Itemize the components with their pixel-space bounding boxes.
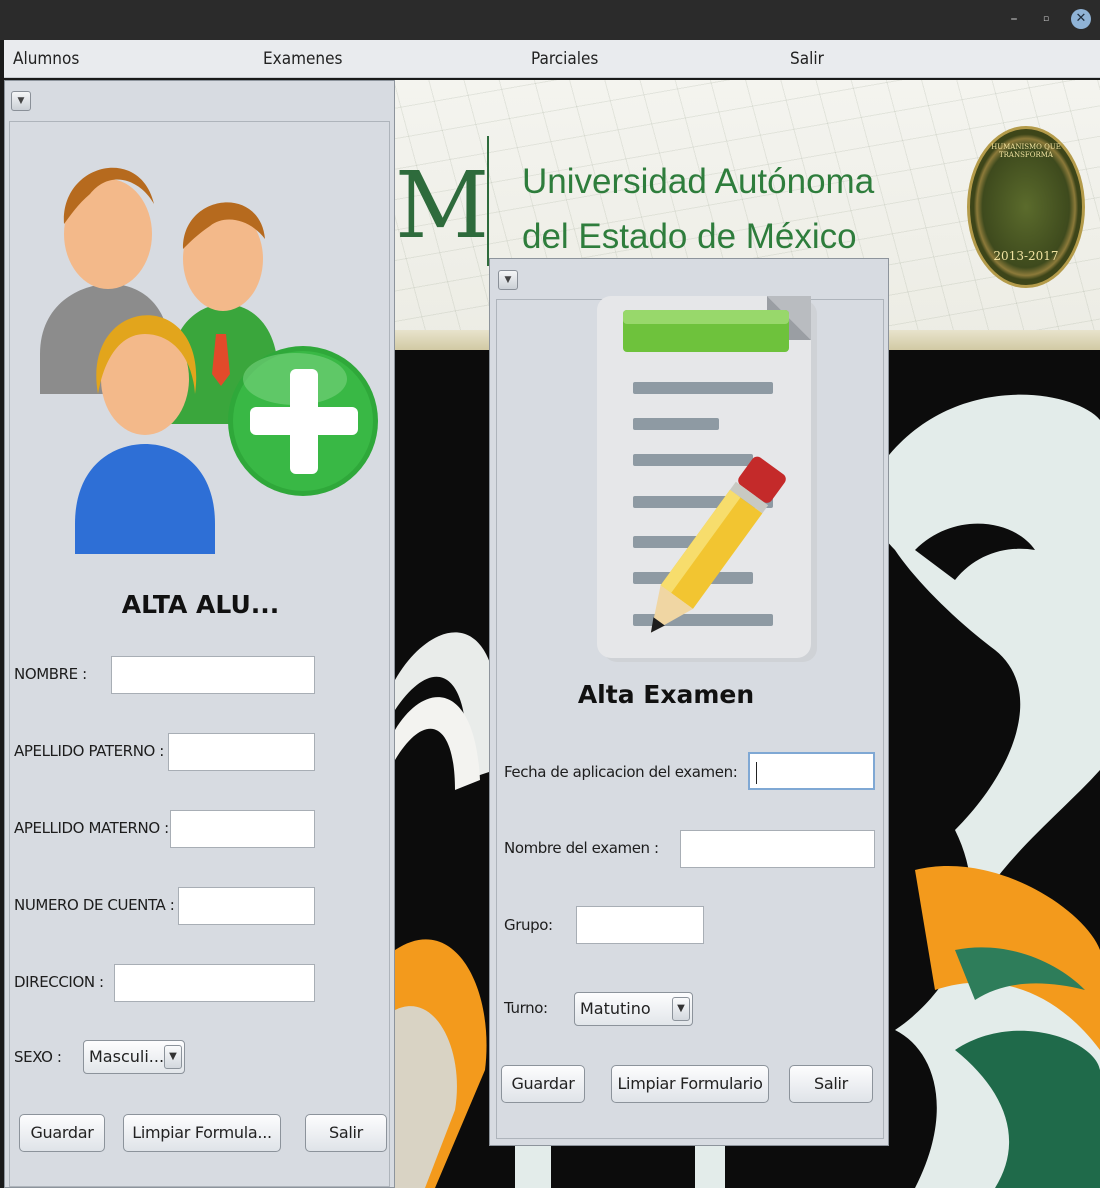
sexo-label: SEXO : <box>14 1048 62 1066</box>
university-name-line1: Universidad Autónoma <box>522 162 875 201</box>
menu-alumnos[interactable]: Alumnos <box>13 49 79 69</box>
exam-document-icon <box>597 296 817 662</box>
examen-panel: Alta Examen Fecha de aplicacion del exam… <box>496 296 884 1139</box>
alumnos-form-title: ALTA ALU... <box>121 590 280 619</box>
sexo-select-value: Masculi... <box>89 1047 165 1066</box>
menu-salir[interactable]: Salir <box>790 49 824 69</box>
limpiar-formulario-button[interactable]: Limpiar Formula... <box>123 1114 281 1152</box>
fecha-aplicacion-label: Fecha de aplicacion del examen: <box>504 763 738 781</box>
fecha-aplicacion-field[interactable] <box>748 752 875 790</box>
chevron-down-icon[interactable]: ▼ <box>164 1045 182 1069</box>
logo-divider <box>487 136 489 266</box>
examen-form-title: Alta Examen <box>577 680 755 709</box>
direccion-label: DIRECCION : <box>14 973 104 991</box>
university-name-line2: del Estado de México <box>522 217 857 256</box>
direccion-field[interactable] <box>114 964 315 1002</box>
numero-cuenta-label: NUMERO DE CUENTA : <box>14 896 175 914</box>
turno-label: Turno: <box>504 999 548 1017</box>
alumnos-panel: ALTA ALU... NOMBRE : APELLIDO PATERNO : … <box>9 121 390 1187</box>
alumnos-frame: ▼ ALTA ALU... NOMBRE : APELLIDO PATERNO … <box>4 80 395 1188</box>
seal-years: 2013-2017 <box>993 249 1059 263</box>
nombre-label: NOMBRE : <box>14 665 87 683</box>
grupo-field[interactable] <box>576 906 704 944</box>
apellido-materno-field[interactable] <box>170 810 315 848</box>
menu-bar: Alumnos Examenes Parciales Salir <box>4 40 1100 78</box>
apellido-paterno-label: APELLIDO PATERNO : <box>14 742 164 760</box>
guardar-button[interactable]: Guardar <box>501 1065 585 1103</box>
nombre-field[interactable] <box>111 656 315 694</box>
apellido-materno-label: APELLIDO MATERNO : <box>14 819 169 837</box>
minimize-button[interactable]: – <box>1004 8 1024 30</box>
sexo-select[interactable]: Masculi... ▼ <box>83 1040 185 1074</box>
salir-button[interactable]: Salir <box>789 1065 873 1103</box>
nombre-examen-label: Nombre del examen : <box>504 839 659 857</box>
turno-select[interactable]: Matutino ▼ <box>574 992 693 1026</box>
chevron-down-icon[interactable]: ▼ <box>672 997 690 1021</box>
apellido-paterno-field[interactable] <box>168 733 315 771</box>
maximize-button[interactable]: ▫ <box>1036 8 1056 30</box>
numero-cuenta-field[interactable] <box>178 887 315 925</box>
nombre-examen-field[interactable] <box>680 830 875 868</box>
limpiar-formulario-button[interactable]: Limpiar Formulario <box>611 1065 769 1103</box>
menu-examenes[interactable]: Examenes <box>263 49 342 69</box>
guardar-button[interactable]: Guardar <box>19 1114 105 1152</box>
add-users-icon <box>40 167 378 554</box>
salir-button[interactable]: Salir <box>305 1114 387 1152</box>
seal-motto: HUMANISMO QUE TRANSFORMA <box>991 143 1061 159</box>
text-caret <box>756 762 757 784</box>
window-titlebar: – ▫ ✕ <box>0 0 1100 40</box>
uaem-logo-letter: M <box>395 152 490 259</box>
collapse-icon[interactable]: ▼ <box>11 91 31 111</box>
collapse-icon[interactable]: ▼ <box>498 270 518 290</box>
menu-parciales[interactable]: Parciales <box>531 49 598 69</box>
turno-select-value: Matutino <box>580 999 651 1018</box>
examen-frame: ▼ Alta Examen Fecha de aplicacion del ex… <box>489 258 889 1146</box>
grupo-label: Grupo: <box>504 916 553 934</box>
close-button[interactable]: ✕ <box>1071 9 1091 29</box>
university-seal: HUMANISMO QUE TRANSFORMA 2013-2017 <box>967 126 1085 288</box>
